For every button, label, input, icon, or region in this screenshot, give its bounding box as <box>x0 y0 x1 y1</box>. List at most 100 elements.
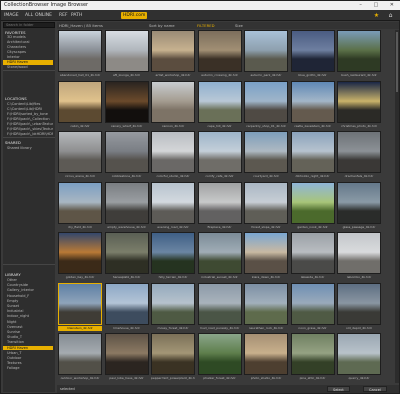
thumbnail-item[interactable]: peppermint_powerplant_4k.hdr <box>151 333 195 382</box>
thumbnail-item[interactable]: drachenfels_4k.hdr <box>337 131 381 180</box>
star-icon[interactable]: ★ <box>373 12 380 19</box>
hdri-thumbnail-image[interactable] <box>151 232 195 274</box>
hdri-thumbnail-image[interactable] <box>104 282 149 325</box>
toolbar-online[interactable]: ONLINE <box>35 10 52 21</box>
hdri-thumbnail-image[interactable] <box>197 181 242 224</box>
thumbnail-item[interactable]: bush_restaurant_4k.hdr <box>337 30 381 79</box>
library-item[interactable]: Gallery_interior <box>3 288 53 293</box>
hdri-thumbnail-image[interactable] <box>337 181 381 224</box>
thumbnail-item[interactable]: old_depot_4k.hdr <box>337 282 381 332</box>
favorites-item[interactable]: 3D models <box>3 35 53 40</box>
hdri-thumbnail-image[interactable] <box>151 181 195 224</box>
locations-item[interactable]: F:\HDRI\pack\_urbanTextures <box>3 122 53 127</box>
thumbnail-item[interactable]: evening_road_4k.hdr <box>151 181 195 231</box>
thumbnail-item[interactable]: glass_passage_4k.hdr <box>337 181 381 231</box>
toolbar-active-collection[interactable]: HDRI.com <box>121 12 148 19</box>
thumbnail-item[interactable]: cape_hill_4k.hdr <box>197 80 242 130</box>
hdri-thumbnail-image[interactable] <box>290 232 335 274</box>
favorites-item[interactable]: Stone/wood <box>3 65 53 70</box>
thumbnail-item[interactable]: golden_bay_4k.hdr <box>58 232 102 281</box>
hdri-thumbnail-image[interactable] <box>58 131 102 173</box>
thumbnail-item[interactable]: hansaplatz_4k.hdr <box>104 232 149 281</box>
thumbnail-item[interactable]: limehouse_4k.hdr <box>104 282 149 332</box>
hdri-thumbnail-image[interactable] <box>197 30 242 72</box>
hdri-thumbnail-image[interactable] <box>58 232 102 274</box>
hdri-thumbnail-image[interactable] <box>197 282 242 325</box>
thumbnail-item[interactable]: dikhololo_night_4k.hdr <box>290 131 335 180</box>
locations-item[interactable]: F:\HDRI\pack\_skies\Textures <box>3 127 53 132</box>
hdri-thumbnail-image[interactable] <box>290 131 335 173</box>
library-item[interactable]: Urban_T <box>3 351 53 356</box>
thumbnail-item[interactable]: cobblestone_4k.hdr <box>104 131 149 180</box>
hdri-thumbnail-image[interactable] <box>197 80 242 123</box>
size-slider-label[interactable]: Size <box>235 22 243 29</box>
hdri-thumbnail-image[interactable] <box>104 333 149 375</box>
thumbnail-item[interactable]: abandoned_hall_01_2k.hdr <box>58 30 102 79</box>
thumbnail-item[interactable]: carpentry_shop_01_4k.hdr <box>244 80 288 130</box>
hdri-thumbnail-image[interactable] <box>58 181 102 224</box>
search-input[interactable]: Search in folder <box>3 22 55 28</box>
thumbnail-item[interactable]: industrial_sunset_4k.hdr <box>197 232 242 281</box>
select-button[interactable]: Select <box>327 386 350 392</box>
thumbnail-item[interactable]: empty_warehouse_4k.hdr <box>104 181 149 231</box>
thumbnail-item[interactable]: dry_field_4k.hdr <box>58 181 102 231</box>
toolbar-path[interactable]: PATH <box>71 10 82 21</box>
hdri-thumbnail-image[interactable] <box>151 333 195 375</box>
window-controls[interactable]: – □ ✕ <box>359 1 399 10</box>
hdri-thumbnail-image[interactable] <box>58 333 102 375</box>
thumbnail-item[interactable]: fireplace_4k.hdr <box>197 181 242 231</box>
hdri-thumbnail-image[interactable] <box>197 333 242 375</box>
hdri-thumbnail-image[interactable] <box>337 131 381 173</box>
library-item[interactable]: Indoor_night <box>3 314 53 319</box>
library-item[interactable]: Other <box>3 278 53 283</box>
hdri-thumbnail-image[interactable] <box>151 282 195 325</box>
hdri-thumbnail-image[interactable] <box>290 30 335 72</box>
hdri-thumbnail-image[interactable] <box>104 181 149 224</box>
thumbnail-item[interactable]: paul_lobe_haus_4k.hdr <box>104 333 149 382</box>
library-item[interactable]: Household_F <box>3 294 53 299</box>
locations-item[interactable]: C:\Content\Lib\HDRI <box>3 107 53 112</box>
library-item[interactable]: Empty <box>3 299 53 304</box>
shared-item[interactable]: Shared library <box>3 146 53 151</box>
thumbnail-item[interactable]: hilly_terrain_4k.hdr <box>151 232 195 281</box>
hdri-thumbnail-image[interactable] <box>58 80 102 123</box>
library-item[interactable]: HDRI Haven <box>3 345 53 351</box>
scrollbar-thumb[interactable] <box>396 32 398 92</box>
thumbnail-item[interactable]: quarry_4k.hdr <box>337 333 381 382</box>
hdri-thumbnail-image[interactable] <box>290 333 335 375</box>
hdri-thumbnail-image[interactable] <box>244 181 288 224</box>
thumbnail-item[interactable]: forest_slope_4k.hdr <box>244 181 288 231</box>
thumbnail-item[interactable]: photo_studio_4k.hdr <box>244 333 288 382</box>
thumbnail-item[interactable]: comfy_cafe_4k.hdr <box>197 131 242 180</box>
thumbnail-item[interactable]: artist_workshop_4k.hdr <box>151 30 195 79</box>
thumbnail-item[interactable]: aft_lounge_4k.hdr <box>104 30 149 79</box>
library-item[interactable]: Night <box>3 320 53 325</box>
library-item[interactable]: Overcast <box>3 325 53 330</box>
thumbnail-item[interactable]: pine_attic_4k.hdr <box>290 333 335 382</box>
hdri-thumbnail-image[interactable] <box>337 333 381 375</box>
thumbnail-item[interactable]: canary_wharf_4k.hdr <box>104 80 149 130</box>
hdri-thumbnail-image[interactable] <box>151 30 195 72</box>
grid-scrollbar[interactable] <box>395 30 399 383</box>
favorites-item[interactable]: HDRI Haven <box>3 60 53 65</box>
library-item[interactable]: Textures <box>3 361 53 366</box>
cancel-button[interactable]: Cancel <box>363 386 387 392</box>
hdri-thumbnail-image[interactable] <box>337 30 381 72</box>
library-item[interactable]: Outdoor <box>3 356 53 361</box>
thumbnail-item[interactable]: neurathen_rock_4k.hdr <box>244 282 288 332</box>
library-item[interactable]: Sunrise <box>3 330 53 335</box>
hdri-thumbnail-image[interactable] <box>104 80 149 123</box>
thumbnail-item[interactable]: phalzer_forest_4k.hdr <box>197 333 242 382</box>
hdri-thumbnail-image[interactable] <box>58 282 102 325</box>
favorites-item[interactable]: Architectural <box>3 40 53 45</box>
thumbnail-item[interactable]: kiara_dawn_4k.hdr <box>244 232 288 281</box>
library-item[interactable]: Foliage <box>3 366 53 371</box>
hdri-thumbnail-image[interactable] <box>244 333 288 375</box>
thumbnail-item[interactable]: outdoor_workshop_4k.hdr <box>58 333 102 382</box>
hdri-thumbnail-image[interactable] <box>197 232 242 274</box>
locations-item[interactable]: F:\HDRI\sorted_by_tone <box>3 112 53 117</box>
thumbnail-item[interactable]: autumn_park_4k.hdr <box>244 30 288 79</box>
hdri-thumbnail-image[interactable] <box>104 30 149 72</box>
library-item[interactable]: Sunset <box>3 304 53 309</box>
library-item[interactable]: Industrial <box>3 309 53 314</box>
